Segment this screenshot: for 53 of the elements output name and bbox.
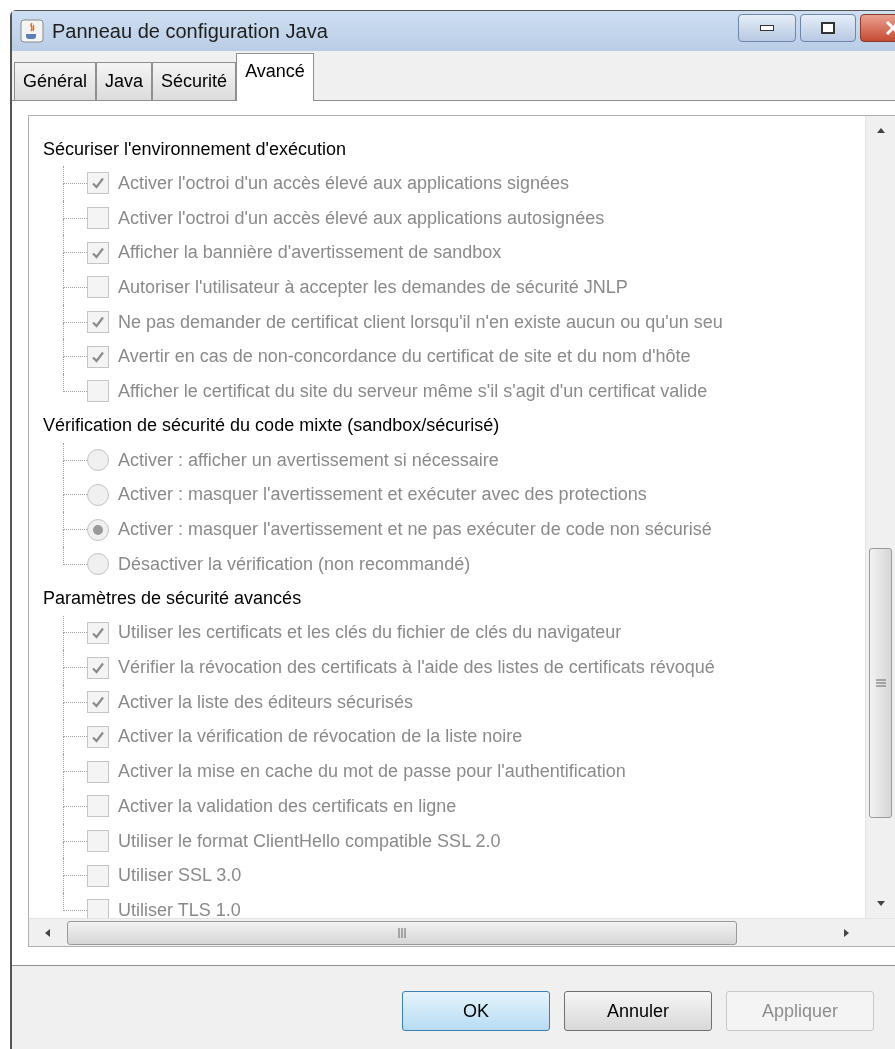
check-icon (91, 176, 105, 191)
option-label: Activer la validation des certificats en ligne (118, 794, 457, 818)
option-label: Afficher la bannière d'avertissement de sandbox (118, 241, 502, 265)
scroll-left-icon[interactable] (43, 927, 53, 938)
minimize-icon (760, 25, 774, 31)
tab[interactable]: Java (96, 62, 153, 100)
option-label: Avertir en cas de non-concordance du certificat de site et du nom d'hôte (118, 345, 691, 369)
scrollbar-thumb[interactable] (67, 920, 737, 945)
scrollbar-thumb[interactable] (869, 548, 892, 818)
option-label: Utiliser SSL 3.0 (118, 864, 242, 888)
check-icon (91, 660, 105, 675)
option-label: Désactiver la vérification (non recommandé) (118, 552, 471, 576)
scroll-down-icon[interactable] (875, 898, 886, 908)
grip-icon (398, 927, 406, 938)
option-label: Afficher le certificat du site du serveur même s'il s'agit d'un certificat valide (118, 379, 708, 403)
minimize-button[interactable] (738, 14, 796, 42)
option-label: Activer la mise en cache du mot de passe pour l'authentification (118, 760, 626, 784)
option-label: Activer l'octroi d'un accès élevé aux applications autosignées (118, 206, 605, 230)
option-label: Ne pas demander de certificat client lorsqu'il n'en existe aucun ou qu'un seu (118, 310, 723, 334)
option-label: Utiliser les certificats et les clés du fichier de clés du navigateur (118, 621, 622, 645)
option-label: Autoriser l'utilisateur à accepter les demandes de sécurité JNLP (118, 275, 628, 299)
maximize-icon (821, 22, 835, 34)
scroll-up-icon[interactable] (875, 126, 886, 136)
check-icon (91, 695, 105, 710)
grip-icon (875, 679, 886, 687)
option-label: Utiliser le format ClientHello compatible SSL 2.0 (118, 829, 501, 853)
dialog-button[interactable]: OK (402, 991, 550, 1031)
option-label: Activer la vérification de révocation de la liste noire (118, 725, 523, 749)
scroll-right-icon[interactable] (841, 927, 851, 938)
option-label: Activer : masquer l'avertissement et ne pas exécuter de code non sécurisé (118, 518, 712, 542)
option-label: Activer : afficher un avertissement si nécessaire (118, 448, 499, 472)
check-icon (91, 245, 105, 260)
option-label: Activer : masquer l'avertissement et exécuter avec des protections (118, 483, 647, 507)
dialog-button[interactable]: Annuler (564, 991, 712, 1031)
section-heading: Sécuriser l'environnement d'exécution (43, 137, 347, 161)
option-label: Activer l'octroi d'un accès élevé aux applications signées (118, 171, 570, 195)
tab[interactable]: Sécurité (152, 62, 237, 100)
check-icon (91, 625, 105, 640)
tab[interactable]: Avancé (236, 53, 314, 101)
horizontal-scrollbar[interactable] (29, 918, 895, 946)
section-heading: Paramètres de sécurité avancés (43, 587, 302, 611)
option-label: Vérifier la révocation des certificats à l'aide des listes de certificats révoqué (118, 656, 715, 680)
check-icon (91, 729, 105, 744)
option-label: Utiliser TLS 1.0 (118, 898, 241, 918)
coffee-cup-icon (20, 19, 44, 43)
section-heading: Vérification de sécurité du code mixte (sandbox/sécurisé) (43, 414, 500, 438)
window-title: Panneau de configuration Java (52, 19, 328, 44)
vertical-scrollbar[interactable] (865, 116, 895, 918)
maximize-button[interactable] (800, 14, 856, 42)
option-label: Activer la liste des éditeurs sécurisés (118, 690, 414, 714)
check-icon (91, 315, 105, 330)
tab[interactable]: Général (14, 62, 97, 100)
check-icon (91, 349, 105, 364)
